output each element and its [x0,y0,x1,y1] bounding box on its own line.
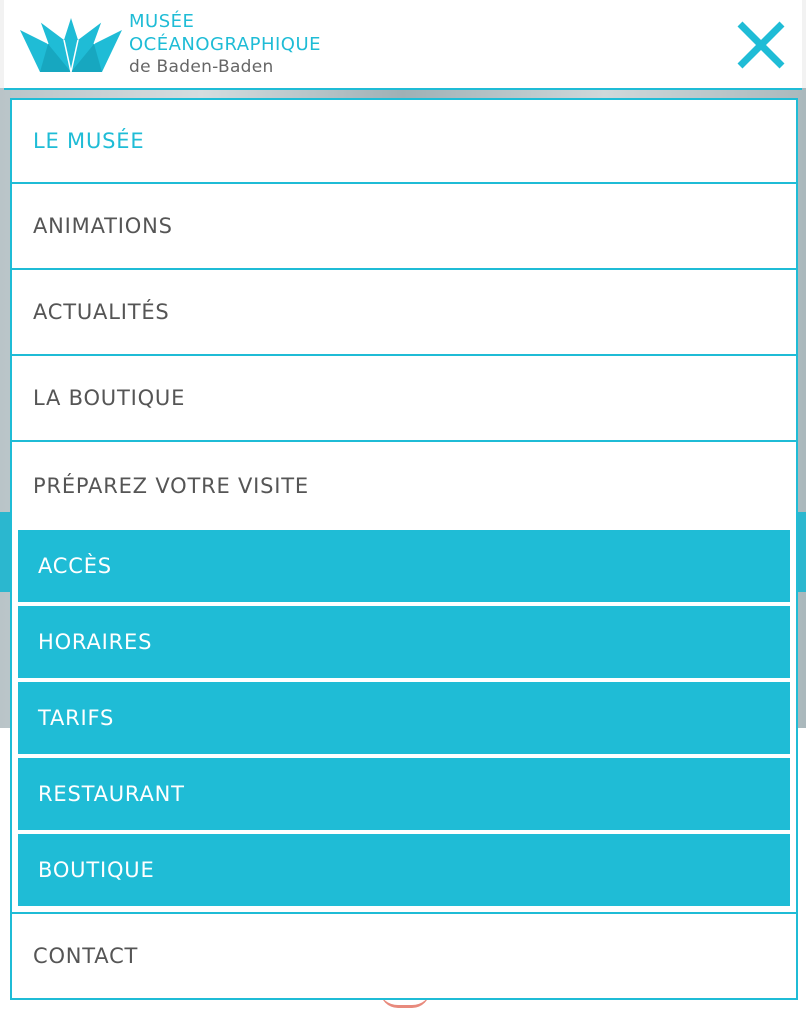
menu-item-preparez-votre-visite[interactable]: PRÉPAREZ VOTRE VISITE [10,442,798,530]
logo-title-line1: MUSÉE [129,11,195,32]
logo-text: MUSÉE OCÉANOGRAPHIQUE de Baden-Baden [129,10,321,79]
submenu-preparez-votre-visite: ACCÈS HORAIRES TARIFS RESTAURANT BOUTIQU… [10,530,798,912]
menu-item-contact[interactable]: CONTACT [10,912,798,1000]
paper-boat-icon [20,18,122,72]
menu-item-la-boutique[interactable]: LA BOUTIQUE [10,356,798,442]
site-header: MUSÉE OCÉANOGRAPHIQUE de Baden-Baden [4,0,802,90]
close-icon [737,21,785,69]
submenu-item-restaurant[interactable]: RESTAURANT [18,758,790,830]
submenu-item-acces[interactable]: ACCÈS [18,530,790,602]
logo-title-line2: OCÉANOGRAPHIQUE [129,34,322,55]
submenu-item-horaires[interactable]: HORAIRES [18,606,790,678]
main-menu: LE MUSÉE ANIMATIONS ACTUALITÉS LA BOUTIQ… [10,98,798,1000]
submenu-item-boutique[interactable]: BOUTIQUE [18,834,790,906]
close-menu-button[interactable] [734,18,788,72]
submenu-item-tarifs[interactable]: TARIFS [18,682,790,754]
menu-item-animations[interactable]: ANIMATIONS [10,184,798,270]
menu-item-actualites[interactable]: ACTUALITÉS [10,270,798,356]
menu-item-le-musee[interactable]: LE MUSÉE [10,98,798,184]
logo-subtitle: de Baden-Baden [129,57,274,77]
